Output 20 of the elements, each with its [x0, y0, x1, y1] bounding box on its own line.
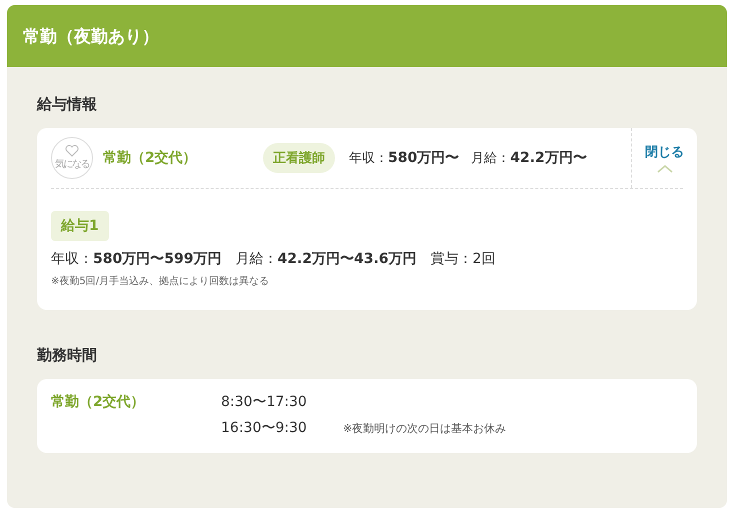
shift-type: 常勤（2交代） — [51, 393, 146, 412]
job-type: 常勤（2交代） — [103, 149, 198, 167]
shift-note: ※夜勤明けの次の日は基本お休み — [343, 420, 506, 436]
salary-detail: 賞与：2回 — [430, 250, 496, 268]
header-title: 常勤（夜勤あり） — [23, 26, 159, 48]
salary-summary: 年収：580万円〜 — [349, 149, 460, 167]
chevron-up-icon — [656, 165, 672, 173]
qualification-tag: 正看護師 — [263, 143, 335, 173]
shift-time: 8:30〜17:30 — [221, 393, 308, 411]
section-title: 給与情報 — [37, 95, 98, 114]
salary-note: ※夜勤5回/月手当込み、拠点により回数は異なる — [51, 274, 270, 288]
salary-badge: 給与1 — [51, 211, 109, 241]
salary-summary: 月給：42.2万円〜 — [471, 149, 587, 167]
favorite-button[interactable]: 気になる — [51, 137, 93, 179]
close-toggle[interactable]: 閉じる — [631, 128, 697, 188]
salary-detail: 月給：42.2万円〜43.6万円 — [235, 250, 417, 268]
salary-detail: 年収：580万円〜599万円 — [51, 250, 222, 268]
heart-icon — [65, 145, 79, 157]
section-title: 勤務時間 — [37, 346, 98, 365]
shift-time: 16:30〜9:30 — [221, 419, 308, 437]
